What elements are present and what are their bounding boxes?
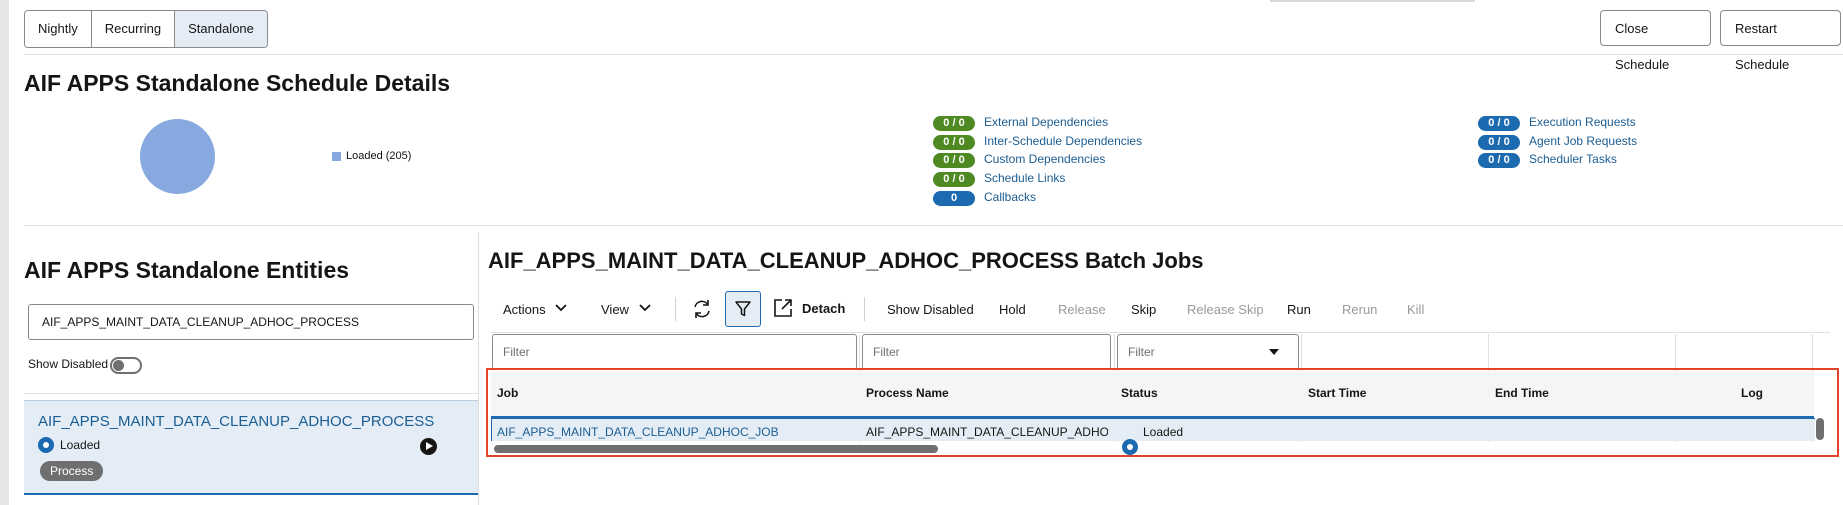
count-badge-execution-requests: 0 / 0 xyxy=(1478,116,1520,131)
restart-schedule-button[interactable]: Restart Schedule xyxy=(1720,10,1841,72)
entity-search-input[interactable]: AIF_APPS_MAINT_DATA_CLEANUP_ADHOC_PROCES… xyxy=(28,304,474,340)
top-scroll-indicator xyxy=(1270,0,1475,2)
count-badge-external: 0 / 0 xyxy=(933,116,975,131)
status-filter-select[interactable]: Filter xyxy=(1117,334,1299,370)
header-divider xyxy=(24,54,1843,55)
agent-job-requests-link[interactable]: Agent Job Requests xyxy=(1529,134,1637,148)
tab-standalone[interactable]: Standalone xyxy=(175,11,267,47)
detach-icon xyxy=(774,299,792,317)
tab-nightly[interactable]: Nightly xyxy=(25,11,92,47)
caret-down-icon xyxy=(1269,349,1279,355)
details-divider xyxy=(24,225,1843,226)
job-filter-input[interactable]: Filter xyxy=(492,334,857,370)
highlight-box xyxy=(486,368,1839,457)
legend-loaded: Loaded (205) xyxy=(346,150,412,162)
legend-swatch-loaded xyxy=(332,152,341,161)
detach-button[interactable]: Detach xyxy=(802,301,845,316)
hold-button[interactable]: Hold xyxy=(999,302,1026,317)
toggle-knob xyxy=(113,360,124,371)
scheduler-tasks-link[interactable]: Scheduler Tasks xyxy=(1529,152,1617,166)
count-badge-callbacks: 0 xyxy=(933,191,975,206)
release-button[interactable]: Release xyxy=(1058,302,1106,317)
entity-type-chip: Process xyxy=(40,461,104,481)
left-edge-bar xyxy=(0,0,9,505)
status-pie-chart xyxy=(140,119,215,194)
refresh-icon[interactable] xyxy=(691,298,713,320)
batch-jobs-title: AIF_APPS_MAINT_DATA_CLEANUP_ADHOC_PROCES… xyxy=(488,248,1204,273)
entity-status: Loaded xyxy=(60,438,101,452)
filter-icon xyxy=(735,301,751,317)
show-disabled-button[interactable]: Show Disabled xyxy=(887,302,974,317)
schedule-details-title: AIF APPS Standalone Schedule Details xyxy=(24,70,451,96)
schedule-type-tabs: Nightly Recurring Standalone xyxy=(24,10,268,48)
filter-toggle-button[interactable] xyxy=(725,291,761,327)
skip-button[interactable]: Skip xyxy=(1131,302,1156,317)
panel-splitter[interactable] xyxy=(478,232,479,505)
entity-name[interactable]: AIF_APPS_MAINT_DATA_CLEANUP_ADHOC_PROCES… xyxy=(38,413,434,430)
schedule-links-link[interactable]: Schedule Links xyxy=(984,171,1065,185)
external-dependencies-link[interactable]: External Dependencies xyxy=(984,115,1108,129)
count-badge-scheduler-tasks: 0 / 0 xyxy=(1478,153,1520,168)
count-badge-schedule-links: 0 / 0 xyxy=(933,172,975,187)
entities-title: AIF APPS Standalone Entities xyxy=(24,257,350,283)
kill-button[interactable]: Kill xyxy=(1407,302,1424,317)
show-disabled-toggle[interactable] xyxy=(110,357,142,374)
show-disabled-label: Show Disabled xyxy=(28,357,109,371)
count-badge-agent-job-requests: 0 / 0 xyxy=(1478,135,1520,150)
count-badge-inter-schedule: 0 / 0 xyxy=(933,135,975,150)
run-button[interactable]: Run xyxy=(1287,302,1311,317)
execution-requests-link[interactable]: Execution Requests xyxy=(1529,115,1636,129)
view-menu-button[interactable]: View xyxy=(601,302,629,317)
process-filter-input[interactable]: Filter xyxy=(862,334,1111,370)
toolbar-separator xyxy=(675,297,676,321)
chevron-down-icon xyxy=(555,304,567,312)
callbacks-link[interactable]: Callbacks xyxy=(984,190,1036,204)
toolbar-separator xyxy=(864,297,865,321)
custom-dependencies-link[interactable]: Custom Dependencies xyxy=(984,152,1105,166)
play-icon[interactable] xyxy=(420,438,437,455)
release-skip-button[interactable]: Release Skip xyxy=(1187,302,1264,317)
status-loaded-icon xyxy=(38,437,54,453)
inter-schedule-dependencies-link[interactable]: Inter-Schedule Dependencies xyxy=(984,134,1142,148)
entities-divider xyxy=(24,393,478,394)
chevron-down-icon xyxy=(639,304,651,312)
count-badge-custom: 0 / 0 xyxy=(933,153,975,168)
close-schedule-button[interactable]: Close Schedule xyxy=(1600,10,1711,72)
rerun-button[interactable]: Rerun xyxy=(1342,302,1377,317)
actions-menu-button[interactable]: Actions xyxy=(503,302,546,317)
tab-recurring[interactable]: Recurring xyxy=(91,11,176,47)
status-filter-value: Filter xyxy=(1128,345,1155,359)
